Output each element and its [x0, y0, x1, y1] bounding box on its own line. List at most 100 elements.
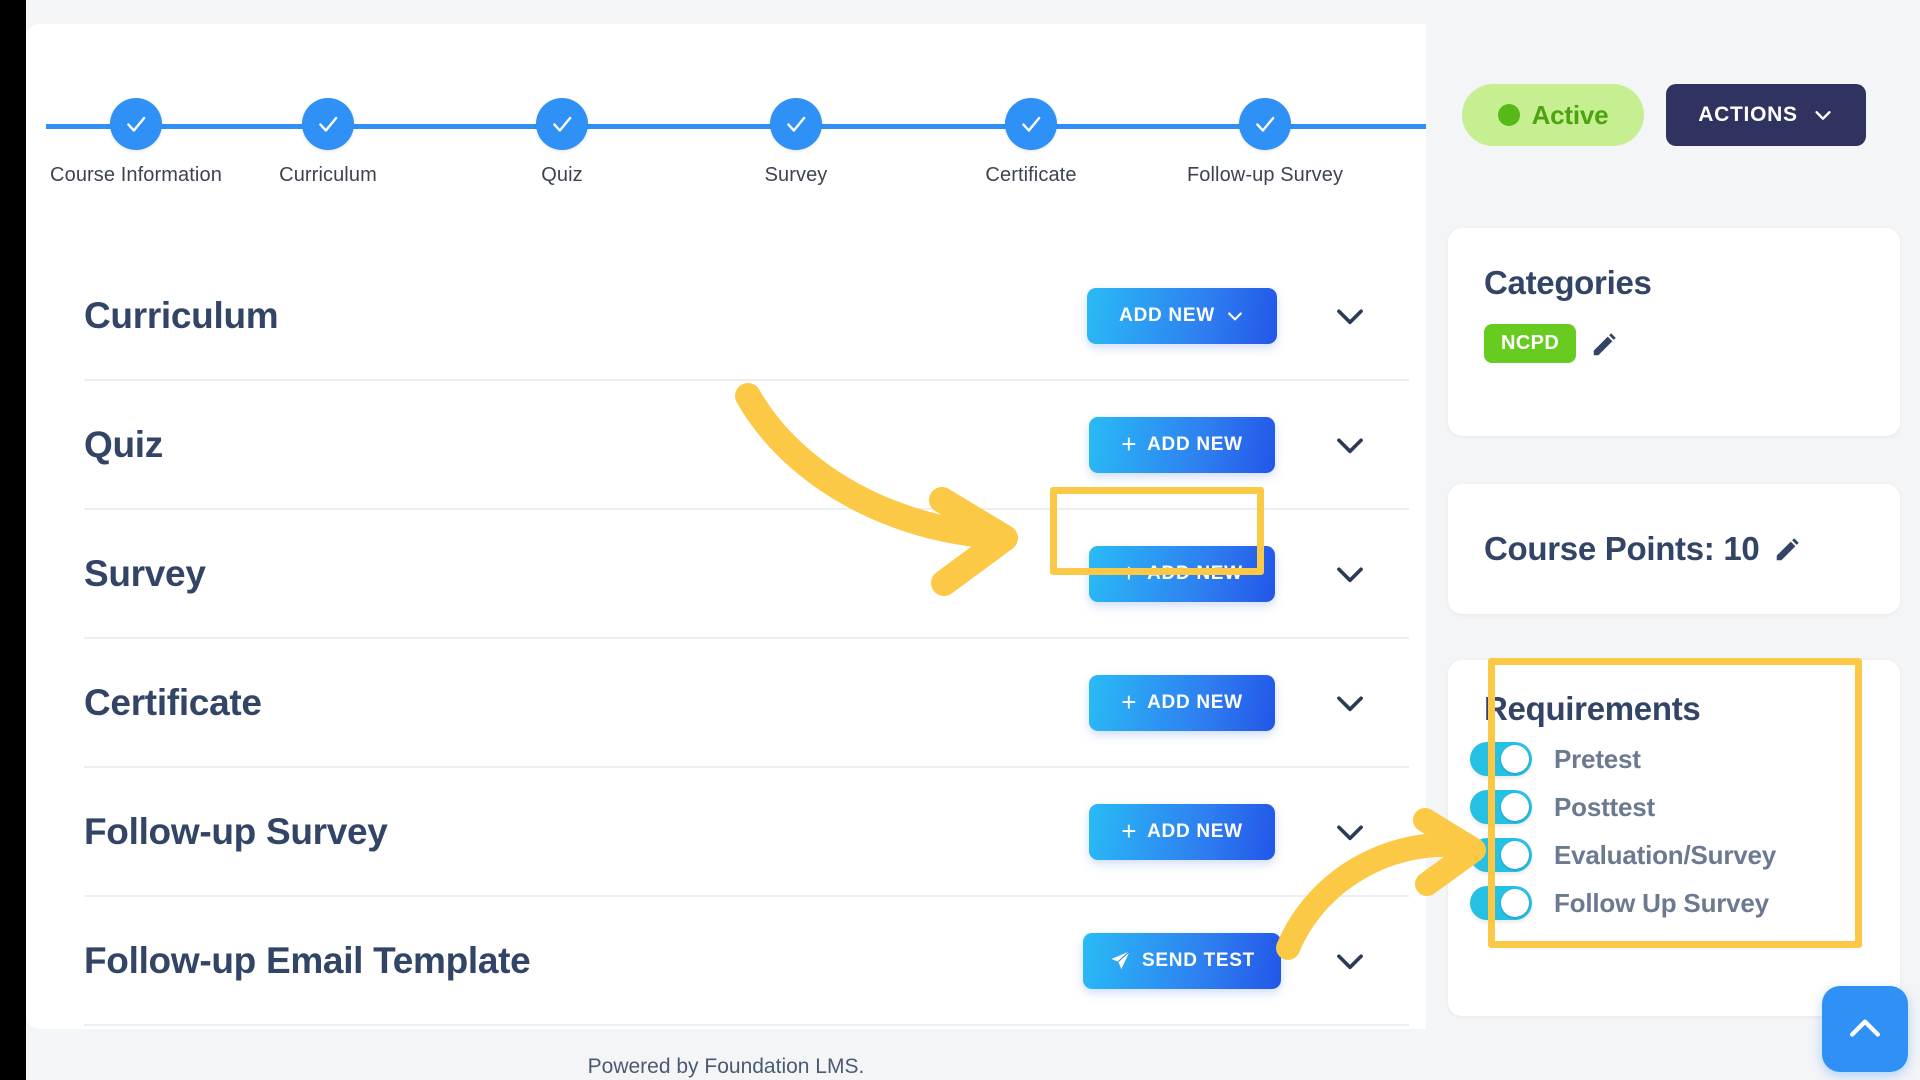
step-status-circle — [1005, 98, 1057, 150]
chevron-down-icon — [1337, 695, 1363, 711]
chevron-up-icon — [1849, 1019, 1881, 1037]
section-row-quiz: Quiz + ADD NEW — [84, 381, 1409, 510]
section-action-slot: SEND TEST — [1073, 932, 1291, 989]
plus-icon: + — [1121, 428, 1138, 459]
check-icon — [553, 116, 572, 132]
stepper-step-certificate[interactable]: Certificate — [931, 76, 1131, 187]
stepper-step-label: Curriculum — [279, 164, 377, 186]
check-icon — [1256, 116, 1275, 132]
actions-button-label: ACTIONS — [1698, 103, 1798, 126]
requirement-item-evaluation-survey: Evaluation/Survey — [1470, 838, 1900, 872]
pencil-icon[interactable] — [1590, 329, 1620, 359]
section-row-curriculum: Curriculum ADD NEW — [84, 252, 1409, 381]
curriculum-expand-toggle[interactable] — [1291, 297, 1409, 335]
chevron-down-icon — [1337, 437, 1363, 453]
course-points-panel: Course Points: 10 — [1448, 484, 1900, 614]
plus-icon: + — [1121, 815, 1138, 846]
chevron-down-icon — [1337, 824, 1363, 840]
requirement-toggle-follow-up-survey[interactable] — [1470, 886, 1532, 920]
stepper-step-label: Follow-up Survey — [1186, 164, 1344, 186]
sidebar-header: Active ACTIONS — [1426, 80, 1920, 150]
check-icon — [319, 116, 338, 132]
stepper-step-survey[interactable]: Survey — [696, 76, 896, 187]
requirement-label: Evaluation/Survey — [1554, 839, 1777, 870]
section-title: Certificate — [84, 681, 262, 723]
stepper-step-follow-up-survey[interactable]: Follow-up Survey — [1165, 76, 1365, 187]
requirement-item-follow-up-survey: Follow Up Survey — [1470, 886, 1900, 920]
curriculum-add-new-button[interactable]: ADD NEW — [1087, 287, 1277, 344]
chevron-down-icon — [1227, 311, 1242, 320]
stepper-step-course-information[interactable]: Course Information — [36, 76, 236, 187]
requirement-label: Posttest — [1554, 791, 1655, 822]
chevron-down-icon — [1337, 308, 1363, 324]
status-dot-icon — [1497, 104, 1520, 126]
button-label: ADD NEW — [1147, 562, 1243, 584]
button-label: SEND TEST — [1142, 949, 1255, 971]
section-title: Follow-up Survey — [84, 810, 388, 852]
send-test-button[interactable]: SEND TEST — [1083, 932, 1281, 989]
follow-up-survey-expand-toggle[interactable] — [1291, 813, 1409, 851]
section-row-follow-up-email-template: Follow-up Email Template SEND TEST — [84, 897, 1409, 1026]
button-label: ADD NEW — [1119, 304, 1215, 326]
chevron-down-icon — [1337, 953, 1363, 969]
status-badge-label: Active — [1531, 99, 1609, 130]
category-chip-ncpd[interactable]: NCPD — [1484, 324, 1577, 363]
requirement-toggle-pretest[interactable] — [1470, 742, 1532, 776]
categories-panel: Categories NCPD — [1448, 228, 1900, 436]
categories-title: Categories — [1484, 264, 1652, 301]
paper-plane-icon — [1111, 951, 1130, 970]
stepper-step-quiz[interactable]: Quiz — [462, 76, 662, 187]
requirement-toggle-evaluation-survey[interactable] — [1470, 838, 1532, 872]
course-sidebar: Active ACTIONS Categories NCPD Course Po… — [1426, 24, 1920, 1029]
plus-icon: + — [1121, 557, 1138, 588]
follow-up-survey-add-new-button[interactable]: + ADD NEW — [1089, 803, 1275, 860]
follow-up-email-template-expand-toggle[interactable] — [1291, 942, 1409, 980]
status-badge[interactable]: Active — [1462, 84, 1644, 146]
course-sections-list: Curriculum ADD NEW Quiz + ADD NEW Survey… — [84, 252, 1409, 1026]
stepper-step-label: Certificate — [985, 164, 1077, 186]
pencil-icon[interactable] — [1773, 534, 1803, 564]
course-stepper: Course Information Curriculum Quiz Surve… — [26, 76, 1450, 191]
section-action-slot: ADD NEW — [1073, 287, 1291, 344]
categories-chip-row: NCPD — [1484, 324, 1900, 363]
survey-add-new-button[interactable]: + ADD NEW — [1089, 545, 1275, 602]
section-row-follow-up-survey: Follow-up Survey + ADD NEW — [84, 768, 1409, 897]
requirements-panel: Requirements Pretest Posttest Evaluation… — [1448, 660, 1900, 1016]
quiz-add-new-button[interactable]: + ADD NEW — [1089, 416, 1275, 473]
requirement-item-posttest: Posttest — [1470, 790, 1900, 824]
top-strip — [26, 0, 1920, 24]
chevron-down-icon — [1815, 111, 1831, 120]
step-status-circle — [770, 98, 822, 150]
button-label: ADD NEW — [1147, 433, 1243, 455]
course-builder-card: Course Information Curriculum Quiz Surve… — [26, 24, 1450, 1029]
scroll-to-top-button[interactable] — [1822, 986, 1908, 1072]
certificate-expand-toggle[interactable] — [1291, 684, 1409, 722]
section-title: Survey — [84, 552, 206, 594]
survey-expand-toggle[interactable] — [1291, 555, 1409, 593]
check-icon — [1022, 116, 1041, 132]
stepper-step-label: Quiz — [541, 164, 583, 186]
stepper-step-curriculum[interactable]: Curriculum — [228, 76, 428, 187]
section-action-slot: + ADD NEW — [1073, 803, 1291, 860]
step-status-circle — [536, 98, 588, 150]
section-title: Follow-up Email Template — [84, 939, 531, 981]
section-action-slot: + ADD NEW — [1073, 674, 1291, 731]
chevron-down-icon — [1337, 566, 1363, 582]
stepper-step-label: Survey — [764, 164, 828, 186]
requirement-toggle-posttest[interactable] — [1470, 790, 1532, 824]
button-label: ADD NEW — [1147, 820, 1243, 842]
course-points-label: Course Points: 10 — [1484, 530, 1760, 567]
section-title: Quiz — [84, 423, 163, 465]
certificate-add-new-button[interactable]: + ADD NEW — [1089, 674, 1275, 731]
actions-button[interactable]: ACTIONS — [1666, 84, 1866, 146]
quiz-expand-toggle[interactable] — [1291, 426, 1409, 464]
step-status-circle — [110, 98, 162, 150]
check-icon — [127, 116, 146, 132]
step-status-circle — [1239, 98, 1291, 150]
footer-text: Powered by Foundation LMS. — [587, 1055, 865, 1078]
section-row-survey: Survey + ADD NEW — [84, 510, 1409, 639]
requirement-label: Follow Up Survey — [1554, 887, 1769, 918]
requirements-title: Requirements — [1484, 690, 1701, 727]
section-action-slot: + ADD NEW — [1073, 416, 1291, 473]
section-title: Curriculum — [84, 294, 279, 336]
